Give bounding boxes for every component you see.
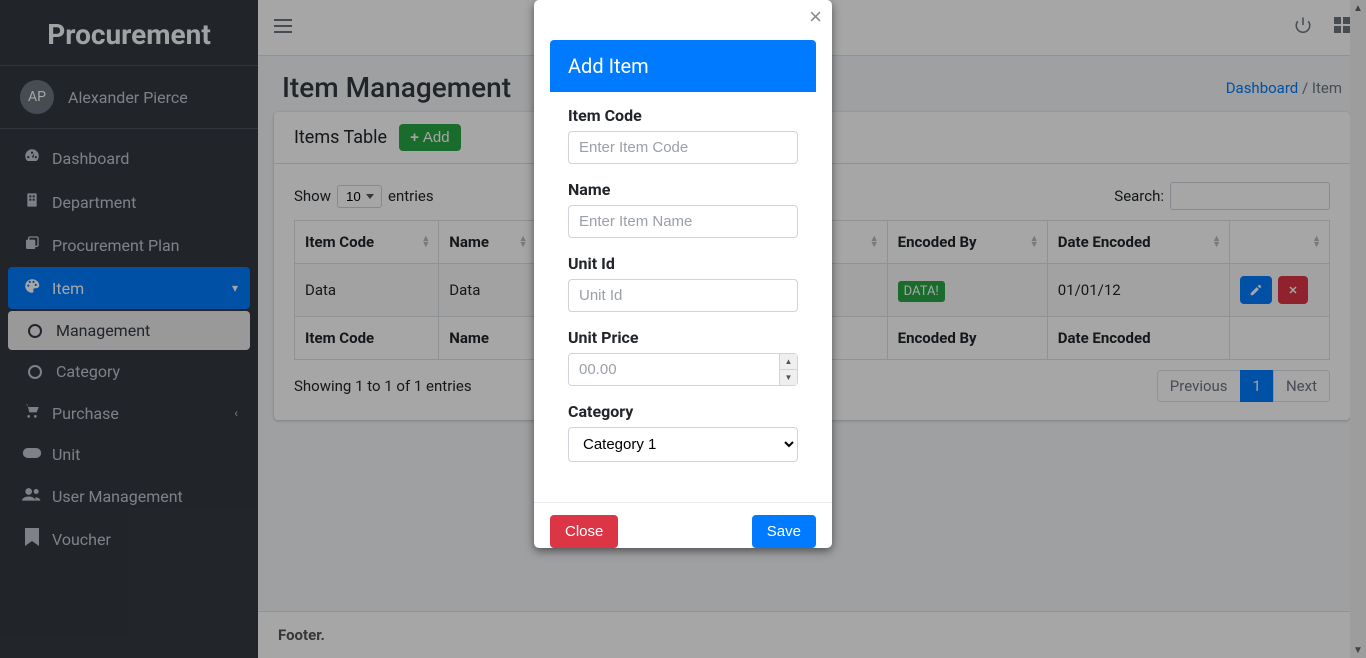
modal-card-body: Item Code Name Unit Id Unit Price xyxy=(550,92,816,484)
input-unit-price[interactable] xyxy=(568,353,798,386)
label-unit-id: Unit Id xyxy=(568,254,798,273)
modal-save-button[interactable]: Save xyxy=(752,515,816,548)
field-name: Name xyxy=(568,180,798,238)
modal-wrap: × Add Item Item Code Name Un xyxy=(0,0,1366,548)
select-category[interactable]: Category 1 xyxy=(568,427,798,462)
input-unit-id[interactable] xyxy=(568,279,798,312)
modal-card-header: Add Item xyxy=(550,40,816,92)
field-unit-price: Unit Price ▲▼ xyxy=(568,328,798,386)
label-name: Name xyxy=(568,180,798,199)
add-item-modal: × Add Item Item Code Name Un xyxy=(534,0,832,548)
number-spinner[interactable]: ▲▼ xyxy=(779,354,797,385)
label-item-code: Item Code xyxy=(568,106,798,125)
modal-close-action-button[interactable]: Close xyxy=(550,515,618,548)
app-wrapper: Procurement AP Alexander Pierce Dashboar… xyxy=(0,0,1366,658)
field-unit-id: Unit Id xyxy=(568,254,798,312)
input-name[interactable] xyxy=(568,205,798,238)
label-category: Category xyxy=(568,402,798,421)
modal-close-button[interactable]: × xyxy=(809,6,822,28)
field-item-code: Item Code xyxy=(568,106,798,164)
field-category: Category Category 1 xyxy=(568,402,798,462)
modal-card: Add Item Item Code Name Unit Id xyxy=(550,40,816,484)
modal-title: Add Item xyxy=(568,54,649,78)
input-item-code[interactable] xyxy=(568,131,798,164)
modal-footer: Close Save xyxy=(534,502,832,548)
label-unit-price: Unit Price xyxy=(568,328,798,347)
